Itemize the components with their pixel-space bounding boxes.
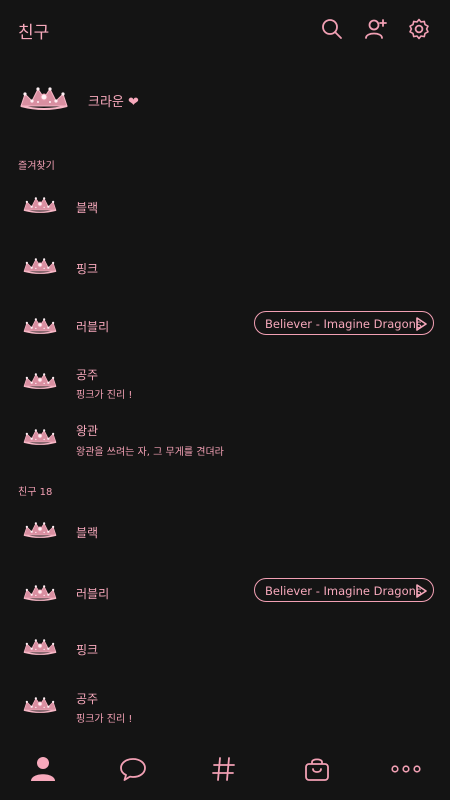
search-icon[interactable]: [320, 17, 344, 41]
friend-status-message: 왕관을 쓰려는 자, 그 무게를 견뎌라: [76, 447, 224, 458]
friend-name: 공주: [76, 692, 99, 706]
friend-row[interactable]: 블랙: [0, 511, 450, 551]
crown-avatar: [22, 519, 58, 543]
friend-name: 핑크: [76, 643, 99, 657]
friends-section-label: 친구 18: [18, 487, 53, 498]
crown-avatar: [22, 636, 58, 660]
top-bar: 친구: [0, 0, 450, 60]
music-title: Believer - Imagine Dragons: [265, 584, 422, 598]
chat-bubble-icon[interactable]: [118, 754, 148, 784]
crown-avatar: [22, 694, 58, 718]
friend-row[interactable]: 블랙: [0, 186, 450, 226]
profile-music-button[interactable]: Believer - Imagine Dragons: [254, 578, 434, 602]
crown-avatar: [22, 315, 58, 339]
page-title: 친구: [18, 23, 50, 43]
friend-row[interactable]: 핑크: [0, 247, 450, 287]
music-title: Believer - Imagine Dragons: [265, 317, 422, 331]
my-profile[interactable]: 크라운 ❤: [0, 78, 450, 122]
profile-music-button[interactable]: Believer - Imagine Dragons: [254, 311, 434, 335]
more-icon[interactable]: [391, 754, 421, 784]
bottom-tab-bar: [0, 740, 450, 800]
crown-avatar: [18, 84, 70, 116]
shopping-bag-icon[interactable]: [302, 754, 332, 784]
friend-name: 블랙: [76, 201, 99, 215]
crown-avatar: [22, 426, 58, 450]
friend-name: 러블리: [76, 320, 110, 334]
friend-row[interactable]: 공주 핑크가 진리 !: [0, 362, 450, 402]
friend-name: 러블리: [76, 587, 110, 601]
crown-avatar: [22, 255, 58, 279]
crown-avatar: [22, 582, 58, 606]
friend-row[interactable]: 러블리 Believer - Imagine Dragons: [0, 574, 450, 614]
friend-name: 왕관: [76, 424, 99, 438]
friend-row[interactable]: 핑크: [0, 628, 450, 668]
play-icon: [415, 317, 427, 331]
friend-row[interactable]: 공주 핑크가 진리 !: [0, 686, 450, 726]
person-icon[interactable]: [28, 754, 58, 784]
friend-name: 블랙: [76, 526, 99, 540]
crown-avatar: [22, 194, 58, 218]
friend-name: 공주: [76, 368, 99, 382]
friend-status-message: 핑크가 진리 !: [76, 390, 133, 401]
favorites-section-label: 즐겨찾기: [18, 161, 55, 172]
friend-row[interactable]: 러블리 Believer - Imagine Dragons: [0, 307, 450, 347]
my-profile-name: 크라운 ❤: [88, 95, 139, 110]
crown-avatar: [22, 370, 58, 394]
add-friend-icon[interactable]: [364, 17, 388, 41]
friend-status-message: 핑크가 진리 !: [76, 714, 133, 725]
hashtag-icon[interactable]: [209, 754, 239, 784]
play-icon: [415, 584, 427, 598]
settings-icon[interactable]: [407, 17, 431, 41]
friend-row[interactable]: 왕관 왕관을 쓰려는 자, 그 무게를 견뎌라: [0, 418, 450, 458]
friend-name: 핑크: [76, 262, 99, 276]
